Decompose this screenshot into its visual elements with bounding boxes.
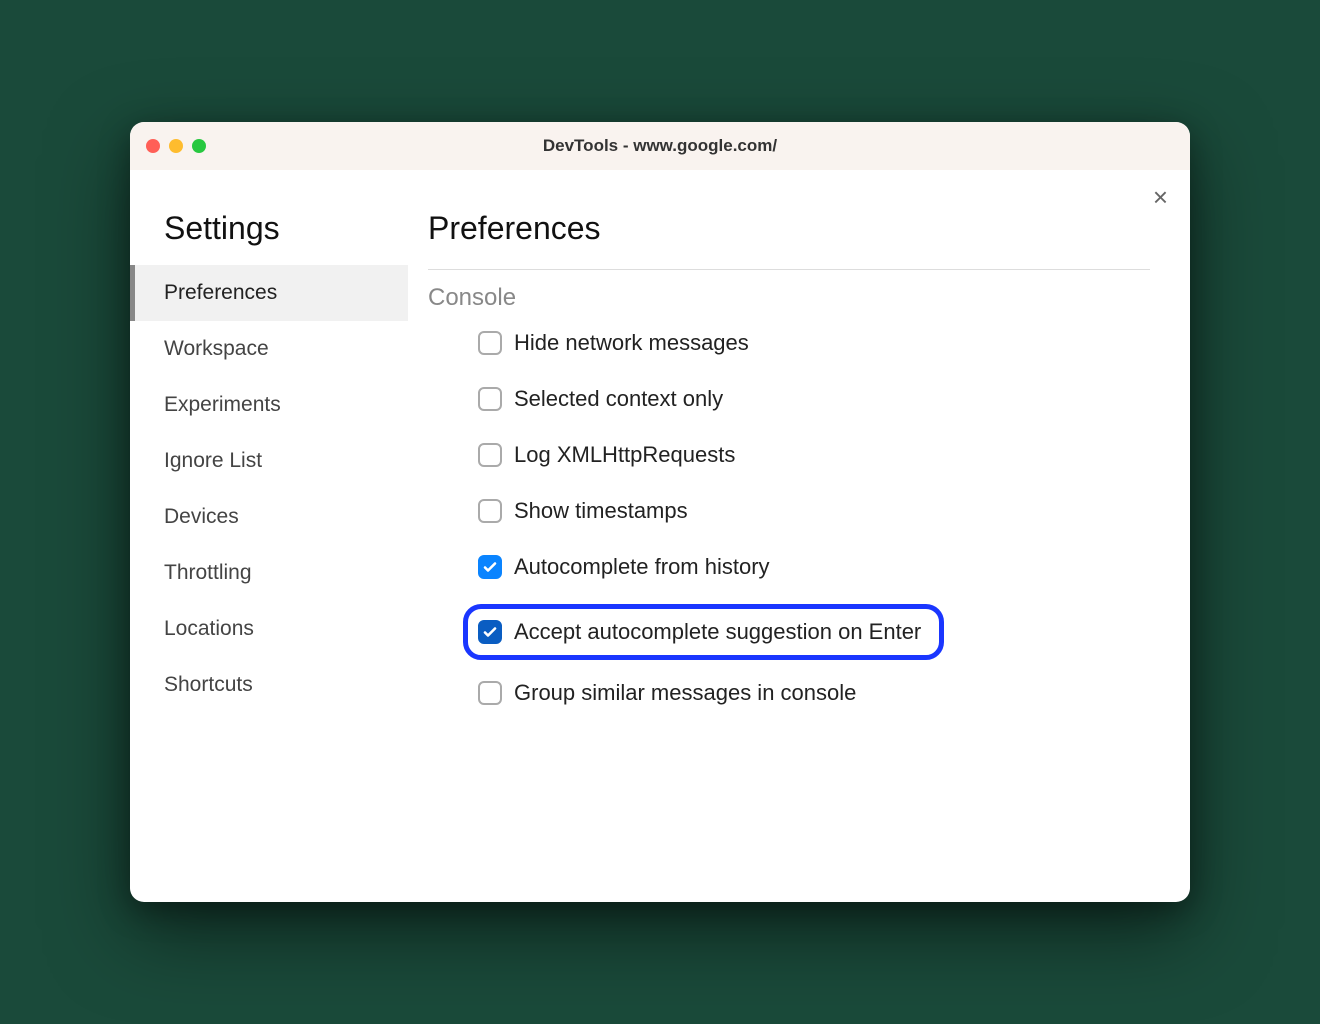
option-label: Show timestamps xyxy=(514,498,688,524)
option-show-timestamps[interactable]: Show timestamps xyxy=(478,498,1150,524)
option-group-similar-messages[interactable]: Group similar messages in console xyxy=(478,680,1150,706)
option-label: Selected context only xyxy=(514,386,723,412)
sidebar-item-shortcuts[interactable]: Shortcuts xyxy=(130,657,408,713)
option-label: Hide network messages xyxy=(514,330,749,356)
titlebar: DevTools - www.google.com/ xyxy=(130,122,1190,170)
checkbox-icon[interactable] xyxy=(478,555,502,579)
section-title-console: Console xyxy=(428,284,1150,312)
console-options: Hide network messages Selected context o… xyxy=(428,330,1150,706)
sidebar-item-preferences[interactable]: Preferences xyxy=(130,265,408,321)
sidebar-item-workspace[interactable]: Workspace xyxy=(130,321,408,377)
option-log-xmlhttprequests[interactable]: Log XMLHttpRequests xyxy=(478,442,1150,468)
checkbox-icon[interactable] xyxy=(478,681,502,705)
page-title: Preferences xyxy=(428,210,1150,247)
settings-sidebar: Settings Preferences Workspace Experimen… xyxy=(130,170,408,902)
sidebar-item-locations[interactable]: Locations xyxy=(130,601,408,657)
option-label: Autocomplete from history xyxy=(514,554,770,580)
option-label: Accept autocomplete suggestion on Enter xyxy=(514,619,921,645)
divider xyxy=(428,269,1150,270)
traffic-lights xyxy=(146,139,206,153)
checkbox-icon[interactable] xyxy=(478,620,502,644)
checkbox-icon[interactable] xyxy=(478,443,502,467)
zoom-window-button[interactable] xyxy=(192,139,206,153)
sidebar-item-throttling[interactable]: Throttling xyxy=(130,545,408,601)
option-hide-network-messages[interactable]: Hide network messages xyxy=(478,330,1150,356)
sidebar-item-experiments[interactable]: Experiments xyxy=(130,377,408,433)
devtools-window: DevTools - www.google.com/ × Settings Pr… xyxy=(130,122,1190,902)
close-icon[interactable]: × xyxy=(1153,184,1168,210)
close-window-button[interactable] xyxy=(146,139,160,153)
checkbox-icon[interactable] xyxy=(478,331,502,355)
sidebar-item-ignore-list[interactable]: Ignore List xyxy=(130,433,408,489)
sidebar-item-devices[interactable]: Devices xyxy=(130,489,408,545)
minimize-window-button[interactable] xyxy=(169,139,183,153)
option-selected-context-only[interactable]: Selected context only xyxy=(478,386,1150,412)
option-accept-autocomplete-on-enter[interactable]: Accept autocomplete suggestion on Enter xyxy=(463,604,944,660)
checkbox-icon[interactable] xyxy=(478,499,502,523)
option-label: Group similar messages in console xyxy=(514,680,856,706)
content-area: × Settings Preferences Workspace Experim… xyxy=(130,170,1190,902)
main-panel: Preferences Console Hide network message… xyxy=(408,170,1190,902)
window-title: DevTools - www.google.com/ xyxy=(130,136,1190,156)
sidebar-heading: Settings xyxy=(130,210,408,265)
checkbox-icon[interactable] xyxy=(478,387,502,411)
option-label: Log XMLHttpRequests xyxy=(514,442,735,468)
option-autocomplete-from-history[interactable]: Autocomplete from history xyxy=(478,554,1150,580)
